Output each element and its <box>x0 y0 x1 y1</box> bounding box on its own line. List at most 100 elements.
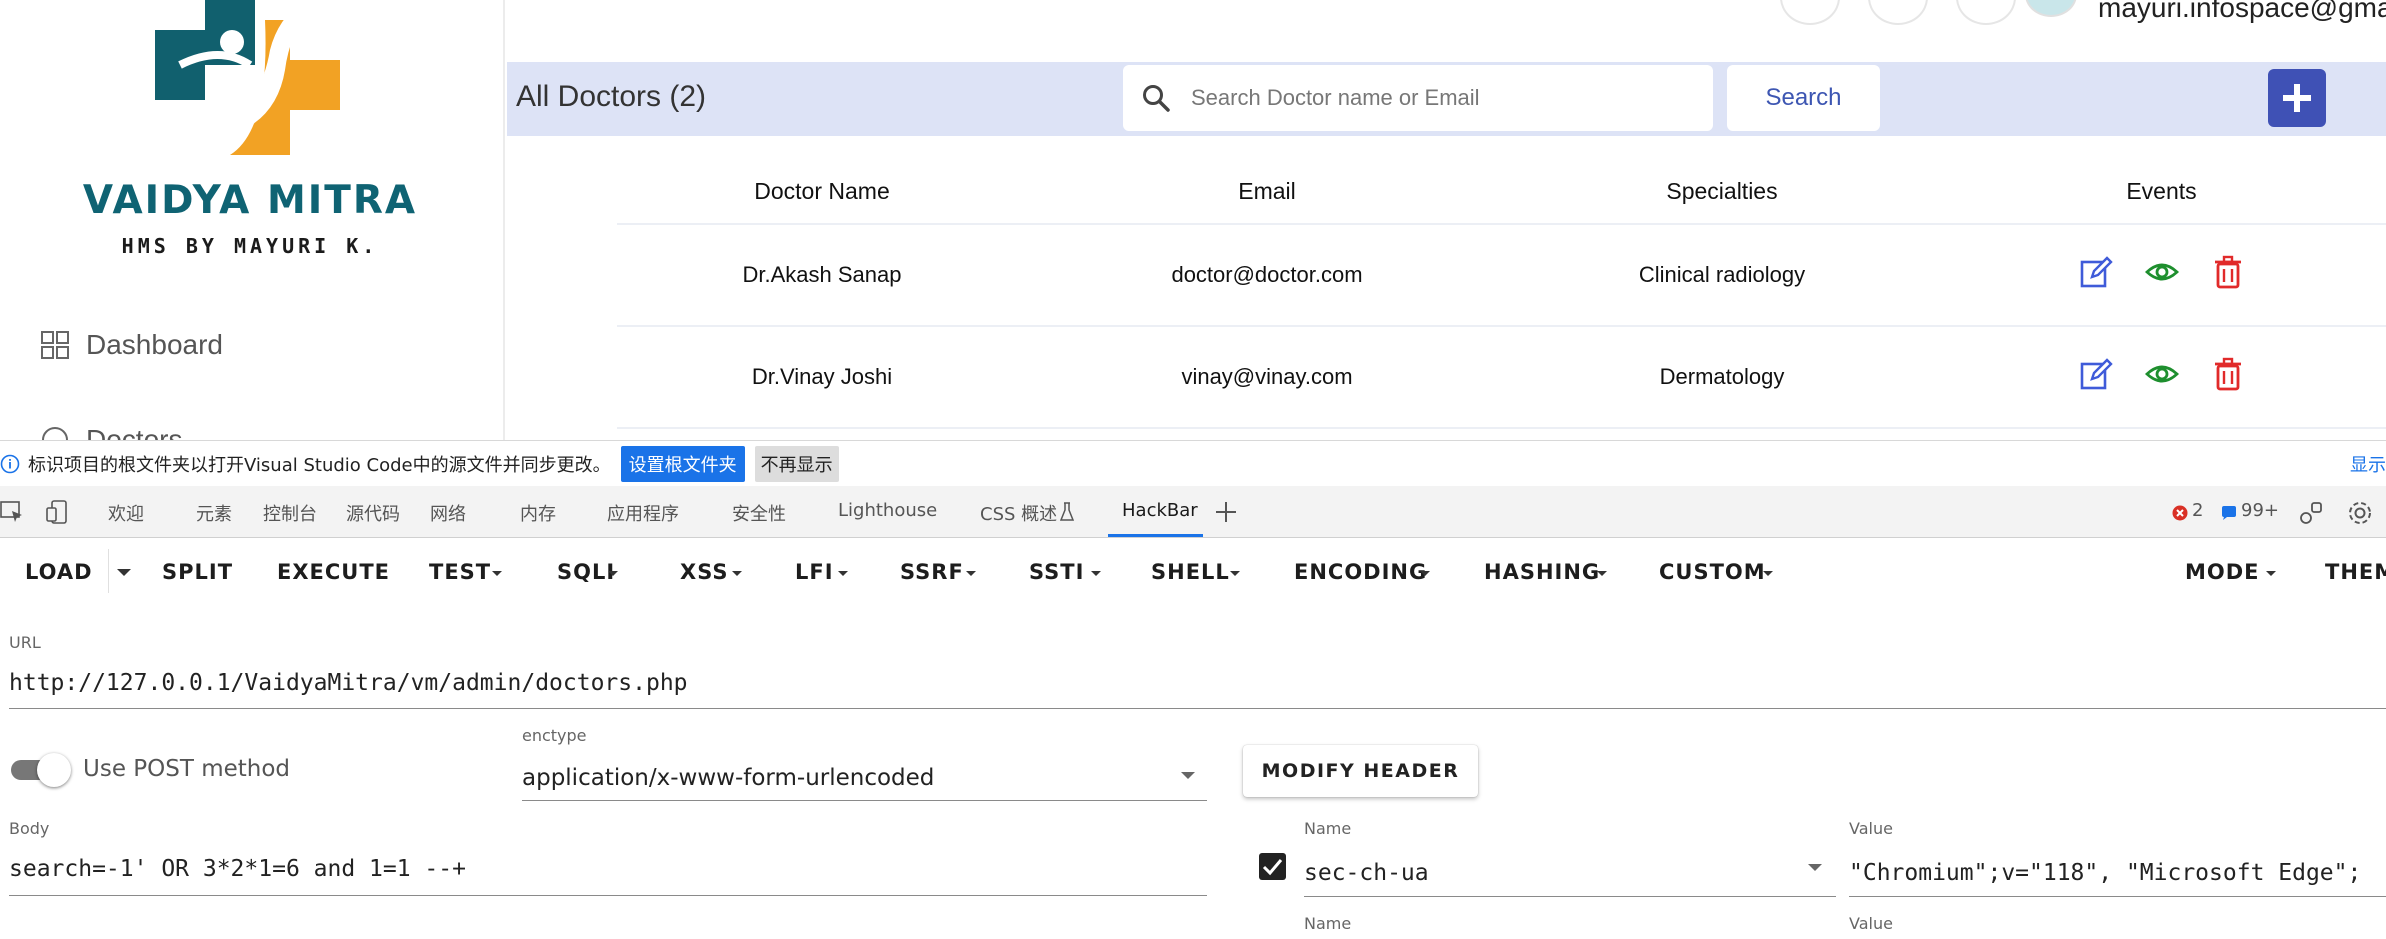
sidebar-item-doctors[interactable]: Doctors <box>40 420 182 440</box>
url-field[interactable]: http://127.0.0.1/VaidyaMitra/vm/admin/do… <box>9 670 688 696</box>
tab-application[interactable]: 应用程序 <box>607 500 679 526</box>
url-label: URL <box>9 633 41 652</box>
edit-icon[interactable] <box>2079 357 2113 391</box>
column-header-events: Events <box>1937 160 2386 225</box>
tab-css-overview[interactable]: CSS 概述 <box>980 500 1057 526</box>
info-text: 标识项目的根文件夹以打开Visual Studio Code中的源文件并同步更改… <box>28 454 611 476</box>
tab-sources[interactable]: 源代码 <box>346 500 400 526</box>
apps-icon[interactable] <box>1956 0 2016 25</box>
doctor-name-cell: Dr.Vinay Joshi <box>617 327 1027 429</box>
url-underline <box>9 708 2386 709</box>
settings-gear-icon[interactable] <box>2346 499 2374 527</box>
lfi-menu[interactable]: LFI <box>795 560 834 584</box>
devtools-info-bar: 标识项目的根文件夹以打开Visual Studio Code中的源文件并同步更改… <box>0 440 2386 486</box>
load-button[interactable]: LOAD <box>25 560 93 584</box>
doctor-name-cell: Dr.Akash Sanap <box>617 225 1027 327</box>
view-eye-icon[interactable] <box>2144 357 2179 391</box>
header-value-field[interactable]: "Chromium";v="118", "Microsoft Edge"; <box>1849 860 2361 886</box>
error-icon[interactable] <box>2172 505 2188 521</box>
page-title: All Doctors (2) <box>516 80 707 113</box>
chevron-down-icon <box>1763 571 1773 576</box>
search-box <box>1123 65 1713 131</box>
tab-security[interactable]: 安全性 <box>732 500 786 526</box>
mode-menu[interactable]: MODE <box>2185 560 2260 584</box>
devtools-tab-bar: 欢迎 元素 控制台 源代码 网络 内存 应用程序 安全性 Lighthouse … <box>0 486 2386 538</box>
ssti-menu[interactable]: SSTI <box>1029 560 1084 584</box>
ssrf-menu[interactable]: SSRF <box>900 560 964 584</box>
search-input[interactable] <box>1191 85 1691 111</box>
view-eye-icon[interactable] <box>2144 255 2179 289</box>
body-field[interactable]: search=-1' OR 3*2*1=6 and 1=1 --+ <box>9 856 466 882</box>
table-row: Dr.Akash Sanap doctor@doctor.com Clinica… <box>617 225 2386 327</box>
sqli-menu[interactable]: SQLI <box>557 560 615 584</box>
plus-icon <box>2283 84 2311 112</box>
chevron-down-icon <box>1597 571 1607 576</box>
add-doctor-button[interactable] <box>2268 69 2326 127</box>
set-root-folder-button[interactable]: 设置根文件夹 <box>620 445 745 482</box>
dont-show-again-button[interactable]: 不再显示 <box>754 445 839 482</box>
load-dropdown-icon[interactable] <box>117 569 131 576</box>
table-row: Dr.Vinay Joshi vinay@vinay.com Dermatolo… <box>617 327 2386 429</box>
tab-elements[interactable]: 元素 <box>196 500 232 526</box>
edit-icon[interactable] <box>2079 255 2113 289</box>
tab-welcome[interactable]: 欢迎 <box>108 500 144 526</box>
column-header-specialties: Specialties <box>1507 160 1937 225</box>
hashing-menu[interactable]: HASHING <box>1484 560 1600 584</box>
theme-menu[interactable]: THEM <box>2325 560 2386 584</box>
info-more-link[interactable]: 显示 <box>2350 451 2386 477</box>
tab-network[interactable]: 网络 <box>430 500 466 526</box>
notification-icon[interactable] <box>1780 0 1840 25</box>
shell-menu[interactable]: SHELL <box>1151 560 1230 584</box>
toolbar-divider <box>108 549 109 593</box>
doctor-email-cell: doctor@doctor.com <box>1027 225 1507 327</box>
doctor-email-cell: vinay@vinay.com <box>1027 327 1507 429</box>
connections-icon[interactable] <box>2298 500 2324 526</box>
column-header-name: Doctor Name <box>617 160 1027 225</box>
inspect-element-icon[interactable] <box>0 501 24 523</box>
post-method-toggle-knob[interactable] <box>37 753 71 787</box>
device-toolbar-icon[interactable] <box>46 500 72 524</box>
doctor-specialty-cell: Clinical radiology <box>1507 225 1937 327</box>
tab-memory[interactable]: 内存 <box>520 500 556 526</box>
enctype-select[interactable]: application/x-www-form-urlencoded <box>522 765 934 791</box>
tab-lighthouse[interactable]: Lighthouse <box>838 500 937 521</box>
tab-hackbar[interactable]: HackBar <box>1122 500 1198 521</box>
chevron-down-icon <box>608 571 618 576</box>
error-count: 2 <box>2192 500 2204 521</box>
chevron-down-icon <box>2266 571 2276 576</box>
header-name-field[interactable]: sec-ch-ua <box>1304 860 1429 886</box>
more-tabs-plus-icon[interactable] <box>1215 501 1237 523</box>
vaidya-mitra-logo-icon <box>155 0 340 155</box>
test-menu[interactable]: TEST <box>429 560 491 584</box>
header-name-label: Name <box>1304 819 1352 838</box>
message-icon[interactable] <box>2221 505 2237 521</box>
chevron-down-icon <box>1230 571 1240 576</box>
execute-button[interactable]: EXECUTE <box>277 560 390 584</box>
info-icon <box>0 454 20 473</box>
header-enabled-checkbox[interactable] <box>1259 853 1286 880</box>
custom-menu[interactable]: CUSTOM <box>1659 560 1766 584</box>
chevron-down-icon <box>1091 571 1101 576</box>
doctor-specialty-cell: Dermatology <box>1507 327 1937 429</box>
tab-console[interactable]: 控制台 <box>263 500 317 526</box>
message-icon[interactable] <box>1868 0 1928 25</box>
active-tab-indicator <box>1108 534 1203 537</box>
search-button[interactable]: Search <box>1727 65 1880 131</box>
split-button[interactable]: SPLIT <box>162 560 233 584</box>
chevron-down-icon <box>966 571 976 576</box>
modify-header-button[interactable]: MODIFY HEADER <box>1243 745 1478 797</box>
checkmark-icon <box>1262 859 1283 876</box>
sidebar-item-dashboard[interactable]: Dashboard <box>40 325 223 365</box>
events-cell <box>1937 327 2386 429</box>
body-label: Body <box>9 819 50 838</box>
xss-menu[interactable]: XSS <box>680 560 729 584</box>
enctype-label: enctype <box>522 726 587 745</box>
chevron-down-icon <box>838 571 848 576</box>
header-name-underline <box>1304 896 1836 897</box>
delete-trash-icon[interactable] <box>2211 255 2245 289</box>
delete-trash-icon[interactable] <box>2211 357 2245 391</box>
encoding-menu[interactable]: ENCODING <box>1294 560 1427 584</box>
header-value-label: Value <box>1849 819 1893 838</box>
doctors-table: Doctor Name Email Specialties Events Dr.… <box>617 160 2386 429</box>
header-name-label-2: Name <box>1304 914 1352 933</box>
